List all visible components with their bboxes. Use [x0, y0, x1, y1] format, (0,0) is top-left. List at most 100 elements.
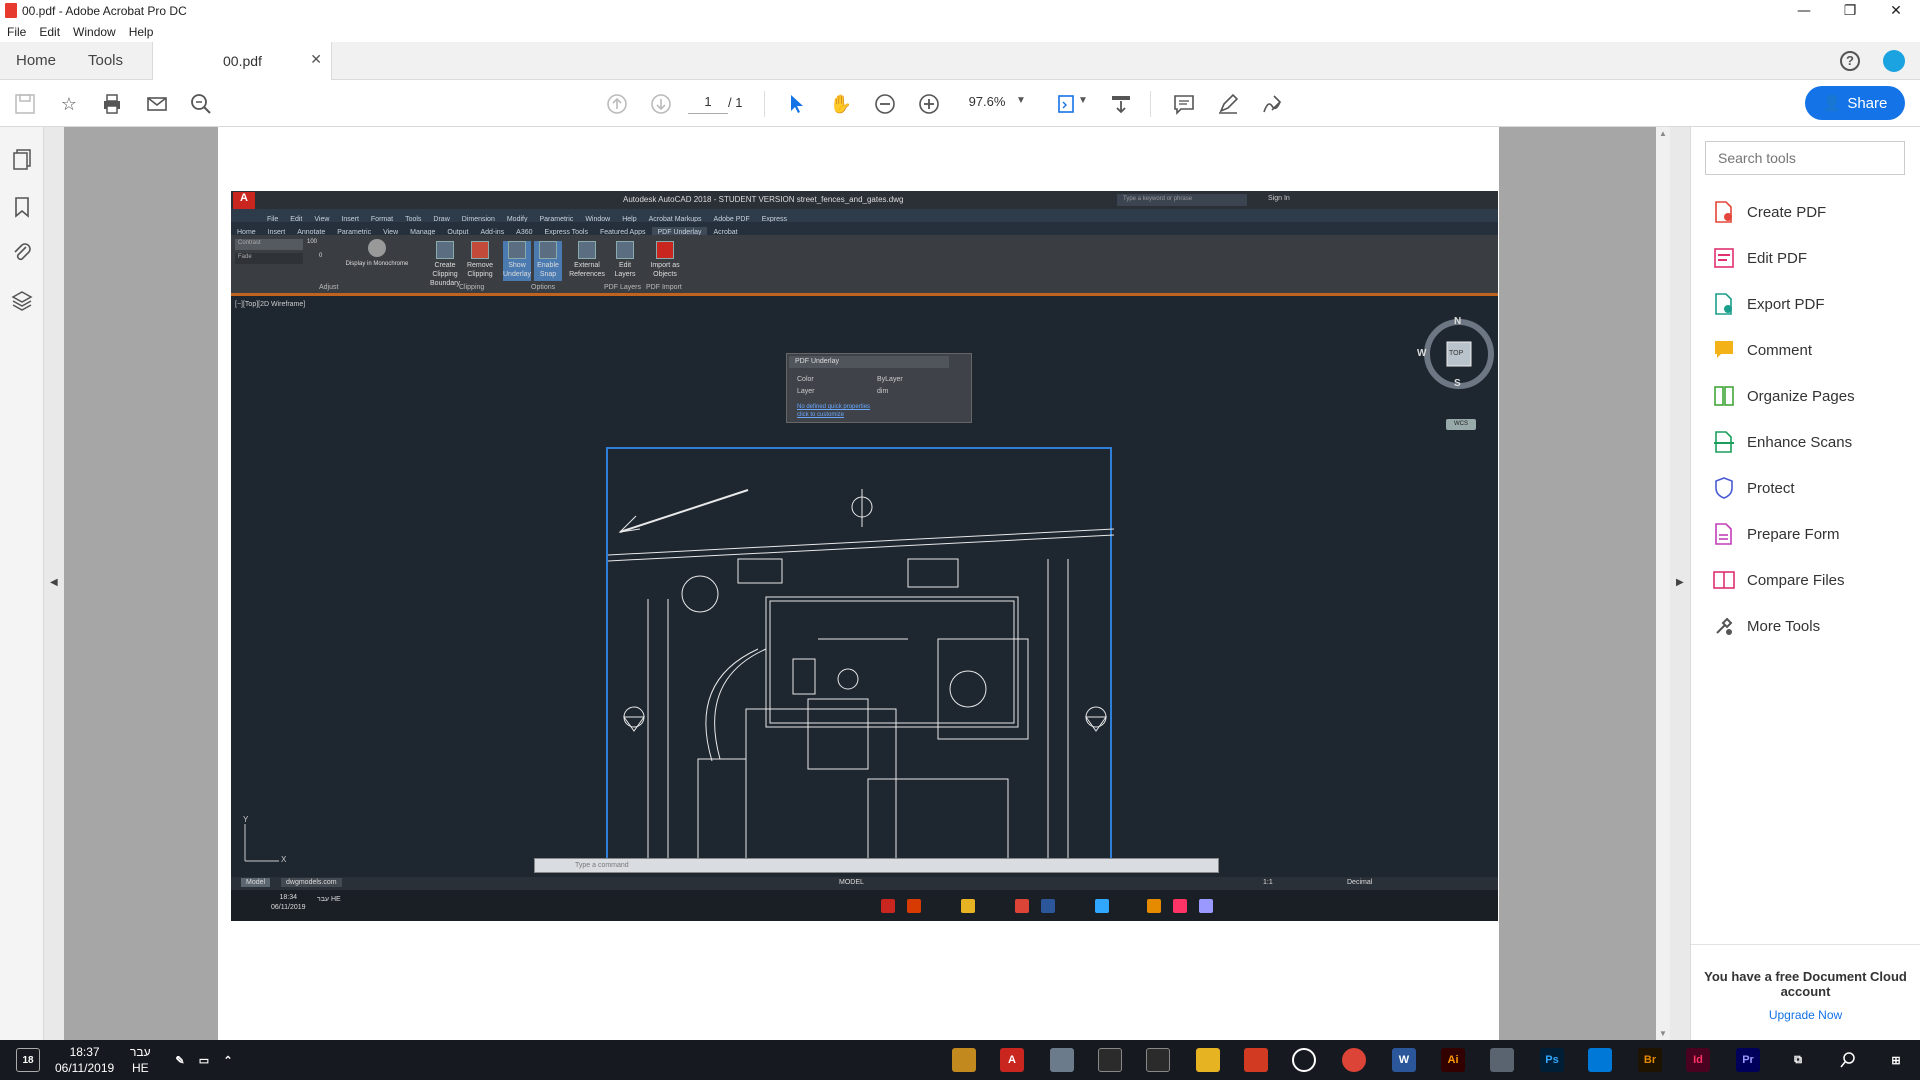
autocad-taskbar-icon[interactable]: A: [1000, 1048, 1024, 1072]
upgrade-now-link[interactable]: Upgrade Now: [1691, 1008, 1920, 1022]
save-icon[interactable]: [12, 91, 38, 117]
tab-home[interactable]: Home: [16, 52, 56, 69]
chrome-icon[interactable]: [1342, 1048, 1366, 1072]
right-pane-collapse[interactable]: ▶: [1670, 127, 1690, 1040]
tool-prepare-form[interactable]: Prepare Form: [1713, 519, 1840, 549]
page-thumbnails-icon[interactable]: [10, 147, 34, 171]
status-model: MODEL: [839, 879, 864, 886]
previous-page-icon[interactable]: [604, 91, 630, 117]
close-window-button[interactable]: ✕: [1873, 0, 1919, 22]
store-icon[interactable]: [1588, 1048, 1612, 1072]
attachments-icon[interactable]: [10, 241, 34, 265]
contrast-slider: Contrast: [235, 239, 303, 250]
tool-create-pdf[interactable]: Create PDF: [1713, 197, 1826, 227]
indesign-icon[interactable]: Id: [1686, 1048, 1710, 1072]
display-icon[interactable]: ▭: [192, 1048, 216, 1072]
help-icon[interactable]: ?: [1840, 51, 1860, 71]
prepare-form-icon: [1715, 523, 1732, 545]
page-number-input[interactable]: 1: [688, 94, 728, 114]
language-indicator[interactable]: עבר HE: [130, 1044, 151, 1076]
autocad-title: Autodesk AutoCAD 2018 - STUDENT VERSION …: [623, 195, 904, 204]
notepad-icon[interactable]: [1146, 1048, 1170, 1072]
tool-organize-pages[interactable]: Organize Pages: [1713, 381, 1855, 411]
hand-tool-icon[interactable]: ✋: [828, 91, 854, 117]
pen-icon[interactable]: ✎: [168, 1048, 192, 1072]
viewport-label: [−][Top][2D Wireframe]: [235, 301, 306, 308]
comment-icon[interactable]: [1171, 91, 1197, 117]
search-icon[interactable]: [1836, 1048, 1860, 1072]
tool-enhance-scans[interactable]: Enhance Scans: [1713, 427, 1852, 457]
scrolling-mode-icon[interactable]: [1108, 91, 1134, 117]
tab-document[interactable]: 00.pdf ✕: [152, 42, 332, 80]
tool-label: Protect: [1747, 479, 1795, 497]
word-icon[interactable]: W: [1392, 1048, 1416, 1072]
embedded-autocad-screenshot: A Autodesk AutoCAD 2018 - STUDENT VERSIO…: [231, 191, 1498, 921]
taskbar-clock[interactable]: 18:37 06/11/2019: [55, 1044, 114, 1076]
left-pane-collapse[interactable]: ◀: [44, 127, 64, 1040]
close-tab-icon[interactable]: ✕: [310, 51, 322, 68]
more-tools-icon: [1716, 617, 1733, 635]
tool-label: Export PDF: [1747, 295, 1825, 313]
document-tab-label: 00.pdf: [223, 53, 262, 69]
shield-icon: [1715, 477, 1733, 499]
vertical-scrollbar[interactable]: ▲ ▼: [1656, 127, 1670, 1040]
tray-expand-icon[interactable]: ⌃: [216, 1048, 240, 1072]
zoom-in-icon[interactable]: [916, 91, 942, 117]
sign-icon[interactable]: [1259, 91, 1285, 117]
share-label: Share: [1847, 94, 1888, 112]
next-page-icon[interactable]: [648, 91, 674, 117]
file-explorer-icon[interactable]: [1196, 1048, 1220, 1072]
tool-edit-pdf[interactable]: Edit PDF: [1713, 243, 1807, 273]
scroll-up-icon[interactable]: ▲: [1659, 129, 1667, 138]
fit-page-icon[interactable]: [1054, 91, 1080, 117]
menu-file[interactable]: File: [0, 22, 32, 39]
minimize-button[interactable]: —: [1781, 0, 1827, 22]
bookmarks-icon[interactable]: [10, 195, 34, 219]
bridge-icon[interactable]: Br: [1638, 1048, 1662, 1072]
calculator-icon[interactable]: [1098, 1048, 1122, 1072]
email-icon[interactable]: [144, 91, 170, 117]
tool-protect[interactable]: Protect: [1713, 473, 1795, 503]
left-navigation-rail: [0, 127, 44, 1040]
find-zoom-icon[interactable]: [188, 91, 214, 117]
select-cursor-icon[interactable]: [784, 91, 810, 117]
action-center-icon[interactable]: 18: [16, 1048, 40, 1072]
bookmark-star-icon[interactable]: ☆: [56, 91, 82, 117]
task-view-icon[interactable]: ⧉: [1786, 1048, 1810, 1072]
fit-dropdown-icon[interactable]: ▼: [1078, 95, 1088, 106]
creative-cloud-icon[interactable]: [1244, 1048, 1268, 1072]
tab-tools[interactable]: Tools: [88, 52, 123, 69]
remove-clip-icon: [471, 241, 489, 259]
zoom-out-icon[interactable]: [872, 91, 898, 117]
search-tools-input[interactable]: [1705, 141, 1905, 175]
menu-help[interactable]: Help: [122, 22, 160, 39]
expand-left-icon[interactable]: ◀: [50, 577, 58, 588]
menu-edit[interactable]: Edit: [32, 22, 66, 39]
start-icon[interactable]: ⊞: [1884, 1048, 1908, 1072]
tool-comment[interactable]: Comment: [1713, 335, 1812, 365]
layers-icon[interactable]: [10, 289, 34, 313]
restore-button[interactable]: ❐: [1827, 0, 1873, 22]
premiere-icon[interactable]: Pr: [1736, 1048, 1760, 1072]
menu-window[interactable]: Window: [66, 22, 122, 39]
photoshop-icon[interactable]: Ps: [1540, 1048, 1564, 1072]
paper-plane-icon[interactable]: [1050, 1048, 1074, 1072]
illustrator-icon[interactable]: Ai: [1441, 1048, 1465, 1072]
highlight-pen-icon[interactable]: [1215, 91, 1241, 117]
tool-more-tools[interactable]: More Tools: [1713, 611, 1820, 641]
zoom-dropdown-icon[interactable]: ▼: [1016, 95, 1026, 106]
target-icon[interactable]: [1292, 1048, 1316, 1072]
zoom-level-input[interactable]: 97.6%: [960, 94, 1014, 114]
layout-tab-dwgmodels: dwgmodels.com: [281, 878, 342, 887]
winrar-icon[interactable]: [952, 1048, 976, 1072]
ribbon-group-adjust: Adjust: [319, 284, 339, 291]
tool-compare-files[interactable]: Compare Files: [1713, 565, 1845, 595]
scroll-down-icon[interactable]: ▼: [1659, 1029, 1667, 1038]
remove-clipping-button: Remove Clipping: [466, 241, 494, 281]
user-avatar[interactable]: [1883, 50, 1905, 72]
collapse-right-icon[interactable]: ▶: [1676, 577, 1684, 588]
tool-export-pdf[interactable]: Export PDF: [1713, 289, 1825, 319]
print-icon[interactable]: [99, 91, 125, 117]
active-app-icon[interactable]: [1490, 1048, 1514, 1072]
share-button[interactable]: 👤 Share: [1805, 86, 1905, 120]
